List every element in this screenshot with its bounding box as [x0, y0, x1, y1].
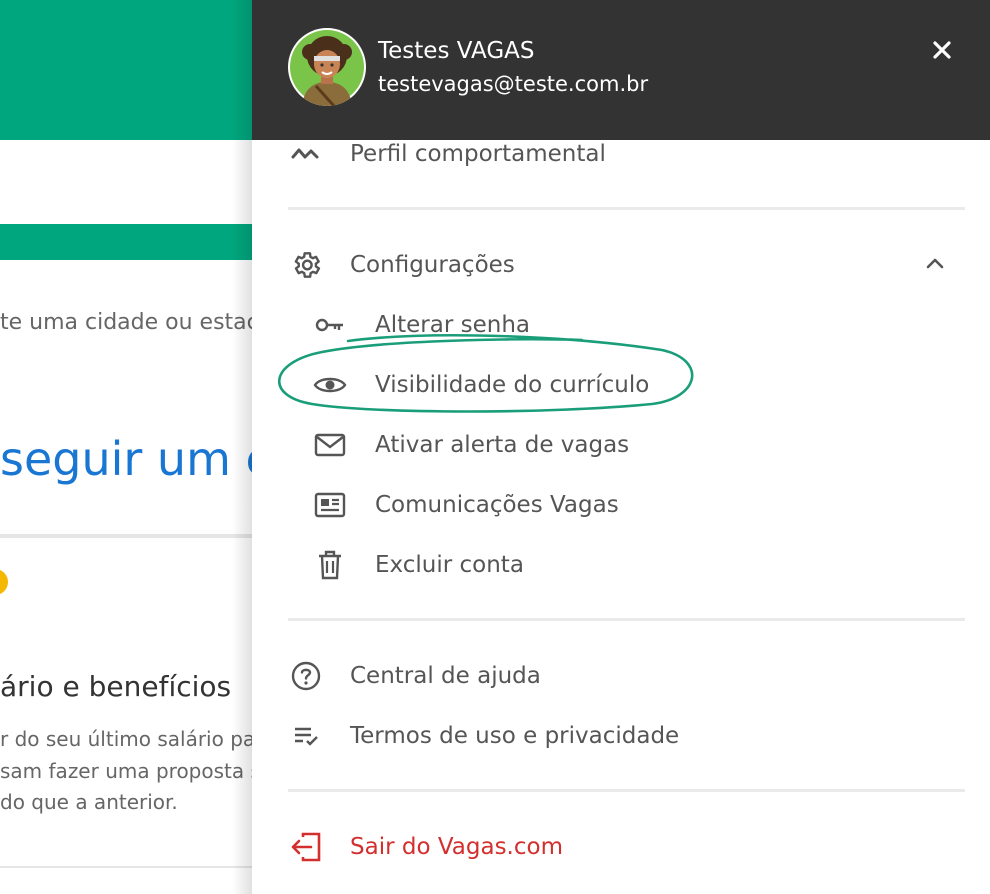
status-dot	[0, 569, 8, 595]
search-placeholder: te uma cidade ou estac	[0, 310, 259, 335]
background-description-line: r do seu último salário par	[0, 727, 264, 751]
annotation-circle-icon	[278, 334, 694, 413]
account-drawer: Testes VAGAS testevagas@teste.com.br Per…	[252, 0, 990, 894]
background-subtitle: ário e benefícios	[0, 670, 232, 703]
drawer-shadow	[232, 0, 252, 894]
background-description-line: do que a anterior.	[0, 790, 178, 814]
